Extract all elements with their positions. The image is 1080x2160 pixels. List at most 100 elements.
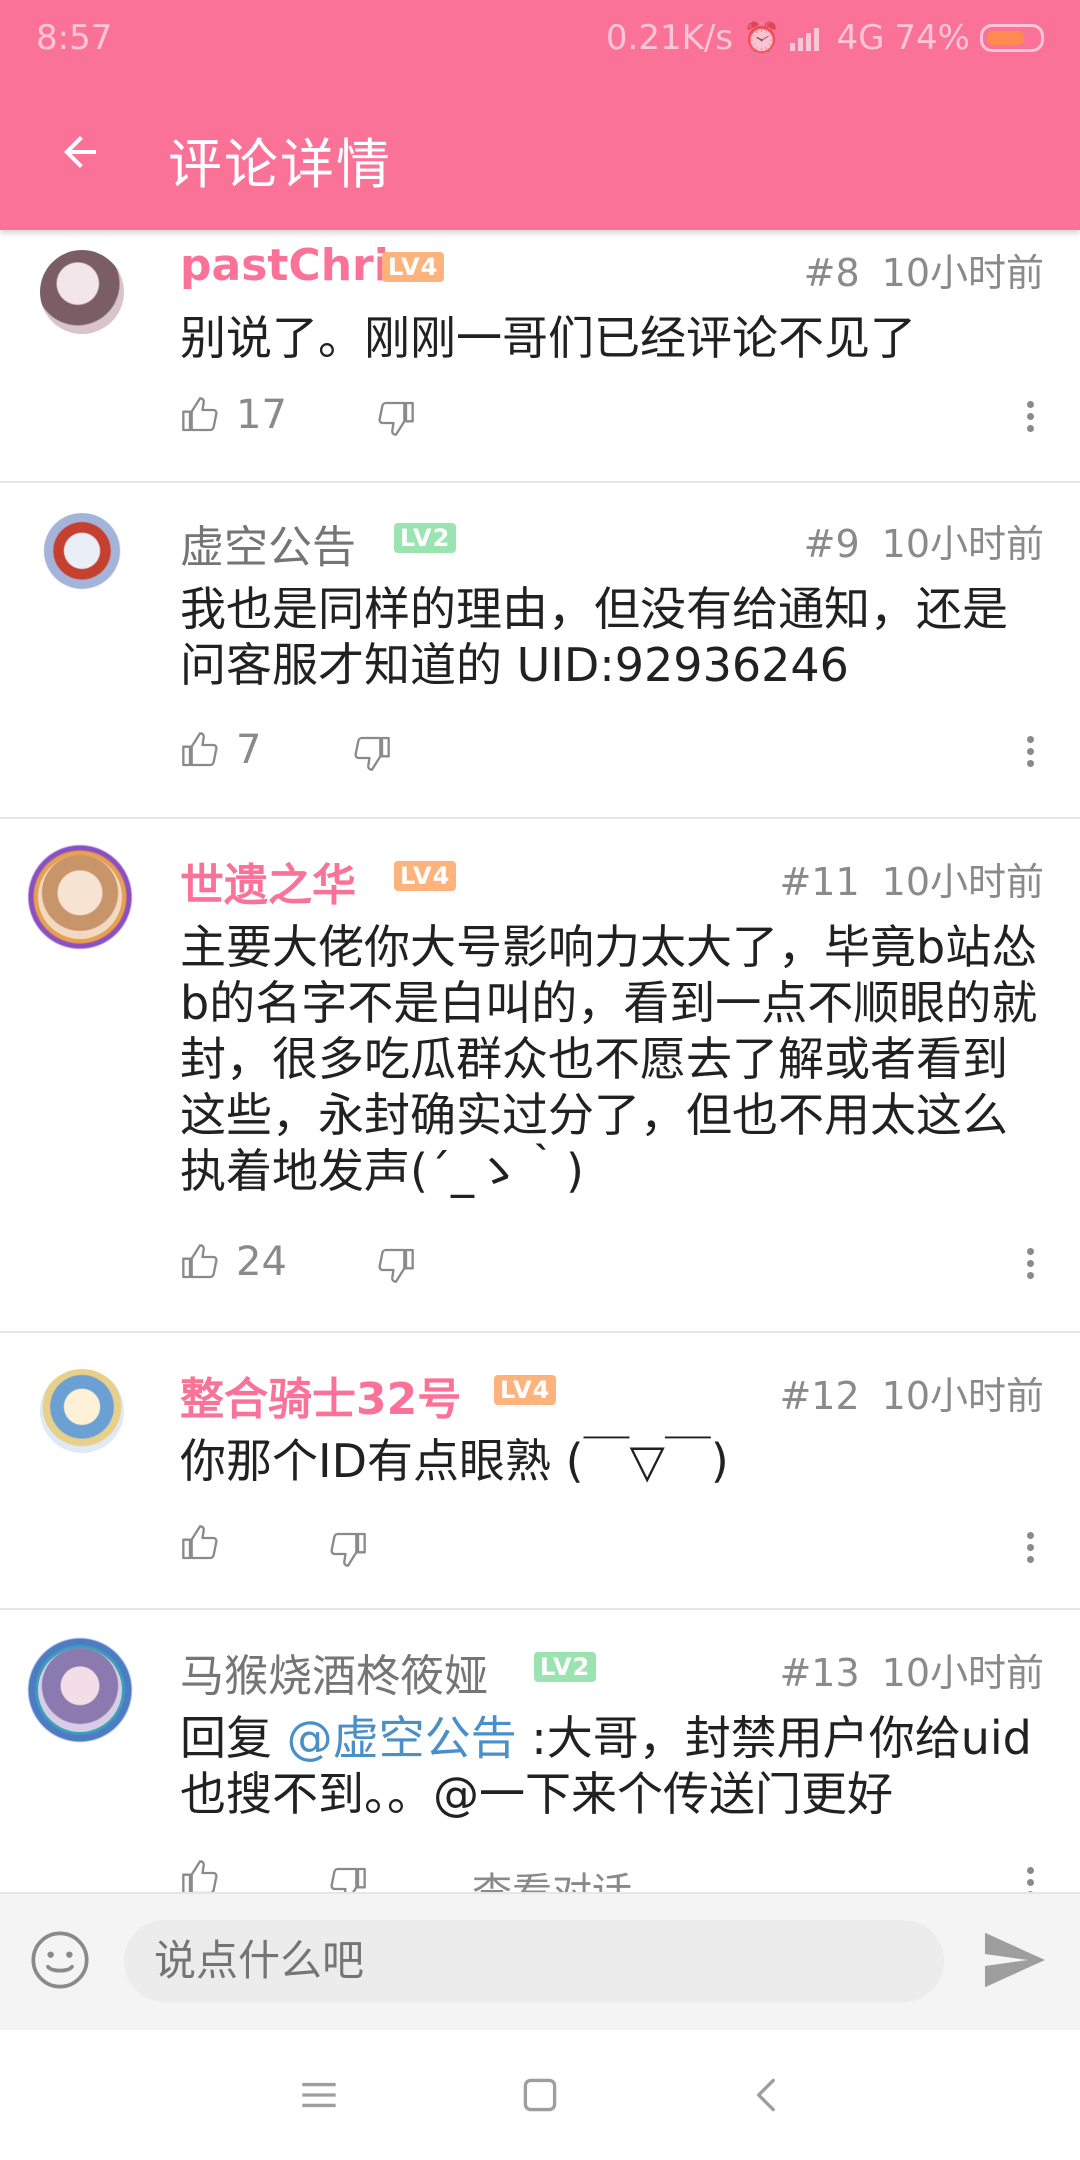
thumb-up-icon <box>182 1860 218 1892</box>
reply-prefix: 回复 <box>180 1711 287 1765</box>
comment-meta: #11 10小时前 <box>779 851 1044 906</box>
back-arrow-icon <box>64 136 96 168</box>
status-bar: 8:57 0.21K/s ⏰ 4G 74% <box>0 0 1080 78</box>
comment-input-bar <box>0 1892 1080 2032</box>
like-button[interactable]: 17 <box>180 392 287 438</box>
alarm-icon: ⏰ <box>743 20 781 56</box>
send-button[interactable] <box>982 1930 1048 1990</box>
toolbar: 评论详情 <box>0 78 1080 230</box>
more-options-button[interactable] <box>1020 731 1040 781</box>
level-badge: LV2 <box>534 1652 597 1682</box>
comment-item: 马猴烧酒柊筱娅 LV2 #13 10小时前 回复 @虚空公告 :大哥，封禁用户你给… <box>0 1610 1080 1892</box>
net-speed: 0.21K/s <box>605 18 734 58</box>
status-right-group: 0.21K/s ⏰ 4G 74% <box>606 18 1044 58</box>
username[interactable]: 世遗之华 <box>180 849 356 913</box>
avatar[interactable] <box>40 1369 124 1453</box>
comment-meta: #13 10小时前 <box>779 1642 1044 1697</box>
menu-button[interactable] <box>294 2070 344 2120</box>
view-conversation-link[interactable]: 查看对话 <box>472 1860 632 1892</box>
thumb-up-icon <box>182 732 218 767</box>
post-time: 10小时前 <box>881 522 1044 566</box>
thumb-down-icon <box>330 1867 366 1892</box>
comment-input[interactable] <box>124 1920 944 2002</box>
comment-text: 主要大佬你大号影响力太大了，毕竟b站怂b的名字不是白叫的，看到一点不顺眼的就封，… <box>180 920 1038 1198</box>
more-vert-icon <box>1020 1248 1040 1279</box>
more-options-button[interactable] <box>1020 1862 1040 1892</box>
more-options-button[interactable] <box>1020 1243 1040 1293</box>
dislike-button[interactable] <box>328 1529 368 1573</box>
floor-number: #12 <box>779 1374 860 1418</box>
level-badge: LV2 <box>394 523 457 553</box>
emoji-icon <box>31 1931 89 1989</box>
more-options-button[interactable] <box>1020 1527 1040 1577</box>
comment-list[interactable]: pastChri LV4 #8 10小时前 别说了。刚刚一哥们已经评论不见了 17… <box>0 230 1080 1892</box>
post-time: 10小时前 <box>881 1374 1044 1418</box>
username[interactable]: pastChri <box>180 240 389 291</box>
comment-actions: 24 <box>180 1239 1040 1299</box>
status-time: 8:57 <box>36 18 113 58</box>
emoji-button[interactable] <box>28 1928 92 1992</box>
like-button[interactable]: 7 <box>180 727 261 773</box>
thumb-up-icon <box>182 397 218 432</box>
username[interactable]: 虚空公告 <box>180 511 356 575</box>
comment-actions <box>180 1523 1040 1583</box>
thumb-up-icon <box>182 1525 218 1560</box>
username[interactable]: 整合骑士32号 <box>180 1363 461 1427</box>
comment-item: pastChri LV4 #8 10小时前 别说了。刚刚一哥们已经评论不见了 17 <box>0 230 1080 483</box>
home-button[interactable] <box>515 2070 565 2120</box>
send-icon <box>985 1932 1045 1988</box>
signal-icon <box>790 28 820 51</box>
comment-meta: #12 10小时前 <box>779 1365 1044 1420</box>
system-nav-bar <box>0 2030 1080 2160</box>
avatar[interactable] <box>40 250 124 334</box>
page-title: 评论详情 <box>168 133 392 196</box>
back-button[interactable] <box>40 112 120 192</box>
comment-meta: #9 10小时前 <box>804 513 1044 568</box>
like-button[interactable] <box>180 1523 236 1563</box>
battery-icon <box>980 24 1044 52</box>
username[interactable]: 马猴烧酒柊筱娅 <box>180 1640 488 1704</box>
floor-number: #13 <box>779 1651 860 1695</box>
more-vert-icon <box>1020 401 1040 432</box>
back-chevron-icon <box>757 2078 775 2112</box>
system-back-button[interactable] <box>742 2070 792 2120</box>
more-vert-icon <box>1020 736 1040 767</box>
avatar[interactable] <box>38 1648 122 1732</box>
thumb-down-icon <box>378 401 414 436</box>
floor-number: #9 <box>803 522 860 566</box>
post-time: 10小时前 <box>881 251 1044 295</box>
post-time: 10小时前 <box>881 860 1044 904</box>
dislike-button[interactable] <box>328 1864 368 1892</box>
dislike-button[interactable] <box>376 398 416 442</box>
like-button[interactable]: 24 <box>180 1239 287 1285</box>
mention-link[interactable]: @虚空公告 <box>287 1711 517 1765</box>
battery-percent: 74% <box>894 18 970 58</box>
like-count: 7 <box>236 727 262 773</box>
thumb-down-icon <box>330 1532 366 1567</box>
more-options-button[interactable] <box>1020 396 1040 446</box>
level-badge: LV4 <box>382 252 445 282</box>
app-header: 8:57 0.21K/s ⏰ 4G 74% 评论详情 <box>0 0 1080 230</box>
comment-actions: 17 <box>180 392 1040 452</box>
level-badge: LV4 <box>394 861 457 891</box>
comment-text: 别说了。刚刚一哥们已经评论不见了 <box>180 311 916 365</box>
avatar[interactable] <box>38 855 122 939</box>
more-vert-icon <box>1020 1532 1040 1563</box>
floor-number: #8 <box>803 251 860 295</box>
dislike-button[interactable] <box>352 733 392 777</box>
thumb-down-icon <box>378 1248 414 1283</box>
comment-actions: 查看对话 <box>180 1858 1040 1892</box>
avatar[interactable] <box>40 513 124 597</box>
more-vert-icon <box>1020 1867 1040 1892</box>
dislike-button[interactable] <box>376 1245 416 1289</box>
comment-actions: 7 <box>180 727 1040 787</box>
comment-text: 你那个ID有点眼熟 (￣▽￣) <box>180 1434 729 1488</box>
menu-icon <box>302 2082 336 2108</box>
battery-fill <box>987 31 1024 45</box>
comment-text: 回复 @虚空公告 :大哥，封禁用户你给uid也搜不到。。@一下来个传送门更好 <box>180 1710 1040 1822</box>
floor-number: #11 <box>779 860 860 904</box>
home-square-icon <box>523 2078 557 2112</box>
comment-item: 整合骑士32号 LV4 #12 10小时前 你那个ID有点眼熟 (￣▽￣) <box>0 1333 1080 1610</box>
comment-text: 我也是同样的理由，但没有给通知，还是问客服才知道的 UID:92936246 <box>180 582 1008 692</box>
like-button[interactable] <box>180 1858 236 1892</box>
